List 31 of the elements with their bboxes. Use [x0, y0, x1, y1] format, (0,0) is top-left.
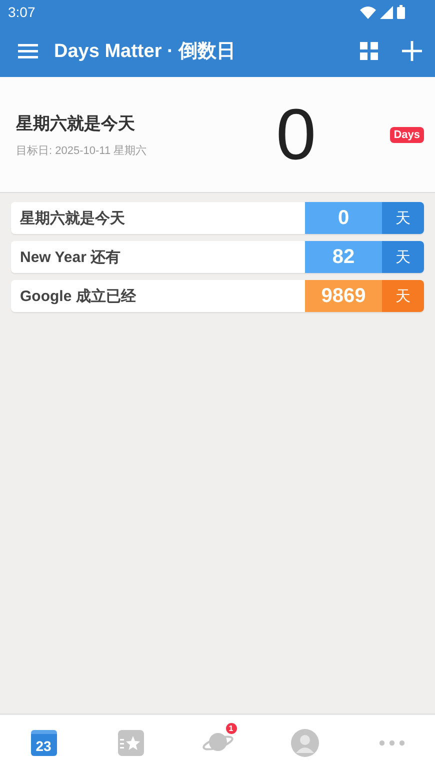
day-unit: 天 — [382, 280, 424, 312]
notification-badge: 1 — [226, 722, 236, 734]
target-date: 目标日: 2025-10-11 星期六 — [16, 144, 148, 158]
event-title: 星期六就是今天 — [18, 208, 126, 228]
day-unit: 天 — [382, 202, 424, 234]
star-note-icon — [118, 730, 144, 756]
day-count: 0 — [305, 202, 382, 234]
avatar-icon — [290, 729, 318, 757]
day-unit: 天 — [382, 241, 424, 273]
wifi-icon — [360, 6, 376, 18]
day-count: 9869 — [305, 280, 382, 312]
day-count: 0 — [276, 98, 318, 170]
menu-icon[interactable] — [18, 42, 38, 58]
status-time: 3:07 — [8, 4, 36, 20]
nav-tab[interactable]: 1 — [174, 715, 261, 771]
signal-icon — [380, 6, 393, 18]
days-badge: Days — [390, 126, 424, 142]
event-row[interactable]: Google 成立已经 9869 天 — [11, 280, 424, 312]
nav-tab[interactable]: 23 — [0, 715, 87, 771]
app-title: Days Matter · 倒数日 — [54, 40, 237, 64]
more-icon — [378, 740, 404, 746]
event-title: 星期六就是今天 — [16, 112, 136, 134]
grid-icon[interactable] — [360, 42, 378, 60]
calendar-icon: 23 — [30, 730, 56, 756]
add-icon[interactable] — [402, 40, 422, 60]
event-title: New Year 还有 — [19, 248, 122, 268]
event-row[interactable]: New Year 还有 82 天 — [11, 241, 424, 273]
event-row[interactable]: 星期六就是今天 0 天 — [11, 202, 424, 234]
battery-icon — [397, 5, 405, 19]
day-count: 82 — [305, 241, 382, 273]
event-title: Google 成立已经 — [19, 286, 137, 306]
